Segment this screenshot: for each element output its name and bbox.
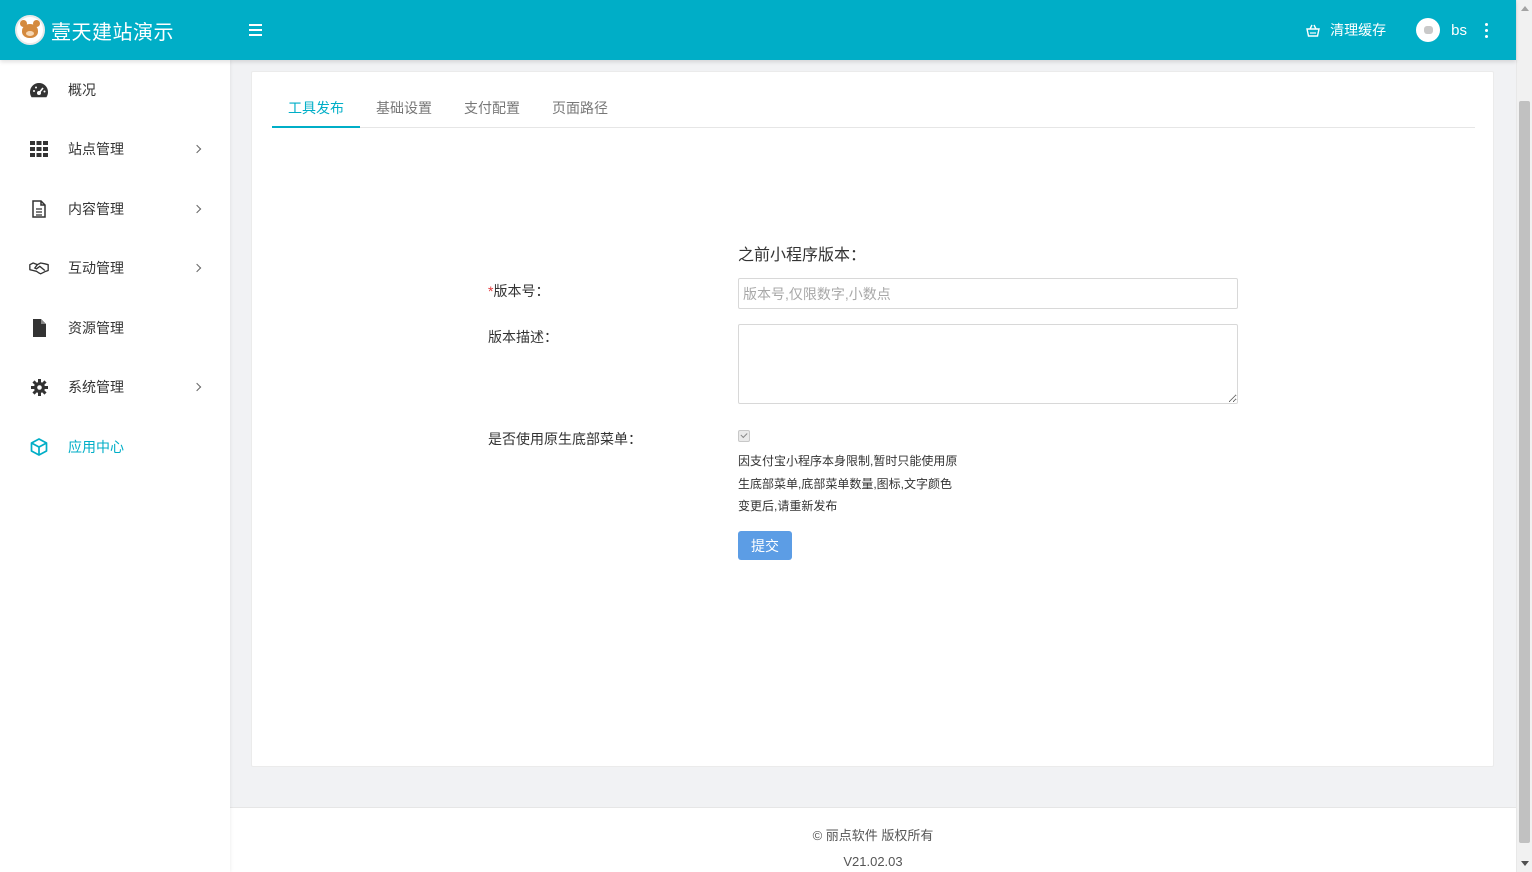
footer: © 丽点软件 版权所有 V21.02.03 bbox=[230, 807, 1516, 872]
version-label: *版本号： bbox=[488, 281, 549, 301]
chevron-right-icon bbox=[192, 204, 202, 213]
gear-icon bbox=[29, 377, 49, 397]
version-description-label: 版本描述： bbox=[488, 329, 558, 345]
sidebar-item-label: 应用中心 bbox=[68, 438, 124, 455]
note-line: 因支付宝小程序本身限制,暂时只能使用原 bbox=[738, 454, 958, 468]
sidebar: 概况 站点管理 内容管理 互动管理 资源管理 系统管理 应用中心 bbox=[0, 60, 230, 872]
tab-page-path[interactable]: 页面路径 bbox=[536, 92, 624, 128]
note-line: 变更后,请重新发布 bbox=[738, 499, 838, 513]
brand-title: 壹天建站演示 bbox=[51, 21, 174, 44]
grid-icon bbox=[29, 139, 49, 159]
scrollbar-thumb[interactable] bbox=[1519, 101, 1530, 843]
tab-basic-settings[interactable]: 基础设置 bbox=[360, 92, 448, 128]
handshake-icon bbox=[29, 258, 49, 278]
user-menu[interactable]: bs bbox=[1416, 18, 1485, 42]
document-icon bbox=[29, 199, 49, 219]
brand-logo-icon bbox=[15, 15, 45, 45]
sidebar-item-site-management[interactable]: 站点管理 bbox=[0, 120, 230, 180]
app-version: V21.02.03 bbox=[843, 854, 903, 869]
chevron-right-icon bbox=[192, 383, 202, 392]
clear-cache-label: 清理缓存 bbox=[1330, 22, 1387, 38]
submit-button[interactable]: 提交 bbox=[738, 531, 792, 560]
sidebar-item-label: 站点管理 bbox=[68, 141, 124, 158]
version-input[interactable] bbox=[738, 278, 1238, 309]
content-card: 工具发布 基础设置 支付配置 页面路径 之前小程序版本： *版本号： 版本描述：… bbox=[251, 71, 1494, 767]
native-menu-note: 因支付宝小程序本身限制,暂时只能使用原 生底部菜单,底部菜单数量,图标,文字颜色… bbox=[738, 450, 968, 518]
scroll-down-arrow-icon[interactable] bbox=[1521, 861, 1529, 866]
tab-payment-config[interactable]: 支付配置 bbox=[448, 92, 536, 128]
sidebar-item-resource-management[interactable]: 资源管理 bbox=[0, 298, 230, 358]
dashboard-icon bbox=[29, 80, 49, 100]
sidebar-item-label: 系统管理 bbox=[68, 379, 124, 396]
sidebar-item-label: 概况 bbox=[68, 81, 96, 98]
hamburger-menu-icon[interactable] bbox=[249, 24, 262, 36]
cube-icon bbox=[29, 437, 49, 457]
tab-tool-release[interactable]: 工具发布 bbox=[272, 92, 360, 128]
chevron-right-icon bbox=[192, 264, 202, 273]
brand[interactable]: 壹天建站演示 bbox=[0, 0, 230, 60]
tab-bar: 工具发布 基础设置 支付配置 页面路径 bbox=[272, 92, 1475, 128]
sidebar-item-label: 内容管理 bbox=[68, 200, 124, 217]
native-bottom-menu-checkbox[interactable] bbox=[738, 430, 750, 442]
sidebar-item-content-management[interactable]: 内容管理 bbox=[0, 179, 230, 239]
clear-cache-button[interactable]: 清理缓存 bbox=[1306, 20, 1386, 40]
scroll-up-arrow-icon[interactable] bbox=[1521, 6, 1529, 11]
native-bottom-menu-label: 是否使用原生底部菜单： bbox=[488, 431, 642, 447]
user-name: bs bbox=[1451, 21, 1467, 39]
sidebar-item-overview[interactable]: 概况 bbox=[0, 60, 230, 120]
sidebar-item-system-management[interactable]: 系统管理 bbox=[0, 358, 230, 418]
version-label-text: 版本号： bbox=[493, 283, 550, 299]
previous-version-text: 之前小程序版本： bbox=[738, 247, 867, 264]
basket-icon bbox=[1306, 24, 1321, 37]
top-bar: 壹天建站演示 清理缓存 bs bbox=[0, 0, 1516, 60]
version-description-textarea[interactable] bbox=[738, 324, 1238, 404]
chevron-right-icon bbox=[192, 145, 202, 154]
more-options-icon[interactable] bbox=[1485, 21, 1488, 39]
vertical-scrollbar[interactable] bbox=[1516, 0, 1532, 872]
file-icon bbox=[29, 318, 49, 338]
sidebar-item-app-center[interactable]: 应用中心 bbox=[0, 417, 230, 477]
copyright-text: © 丽点软件 版权所有 bbox=[812, 828, 934, 843]
sidebar-item-label: 互动管理 bbox=[68, 260, 124, 277]
note-line: 生底部菜单,底部菜单数量,图标,文字颜色 bbox=[738, 476, 953, 491]
sidebar-item-label: 资源管理 bbox=[68, 319, 124, 336]
sidebar-item-interaction-management[interactable]: 互动管理 bbox=[0, 239, 230, 299]
avatar bbox=[1416, 18, 1441, 42]
